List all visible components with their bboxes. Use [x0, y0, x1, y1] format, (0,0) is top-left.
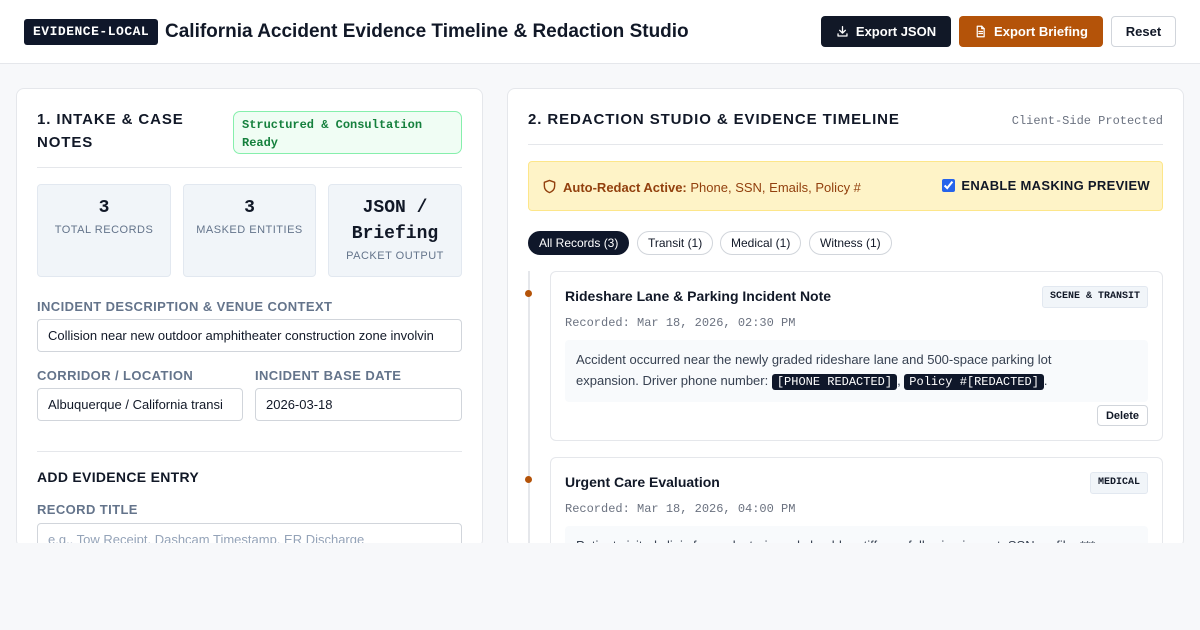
masking-preview-checkbox[interactable]: [942, 179, 956, 192]
export-json-label: Export JSON: [855, 24, 937, 39]
timeline-dot: [525, 476, 532, 483]
auto-redact-text: Auto-Redact Active: Phone, SSN, Emails, …: [563, 180, 861, 195]
brand-badge: EVIDENCE-LOCAL: [24, 19, 159, 45]
masking-preview-label: ENABLE MASKING PREVIEW: [961, 178, 1150, 193]
date-input[interactable]: [255, 388, 462, 421]
app-title: California Accident Evidence Timeline & …: [165, 21, 689, 42]
filter-transit[interactable]: Transit (1): [637, 231, 714, 255]
stat-value: JSON / Briefing: [329, 195, 461, 247]
auto-redact-bold: Auto-Redact Active:: [563, 180, 687, 195]
page-background: [0, 543, 1200, 630]
filter-medical[interactable]: Medical (1): [720, 231, 802, 255]
entry-recorded-time: Recorded: Mar 18, 2026, 04:00 PM: [565, 502, 796, 516]
record-title-label: RECORD TITLE: [37, 502, 138, 517]
filter-all-records[interactable]: All Records (3): [528, 231, 630, 255]
stat-value: 3: [244, 198, 255, 218]
entry-end: .: [1043, 373, 1048, 388]
timeline-entry: Rideshare Lane & Parking Incident Note S…: [550, 271, 1163, 441]
stat-masked-entities: 3 MASKED ENTITIES: [183, 184, 316, 277]
divider: [37, 167, 462, 168]
reset-button[interactable]: Reset: [1111, 16, 1176, 47]
redacted-policy-chip: Policy #[REDACTED]: [904, 374, 1044, 390]
stat-value: 3: [98, 198, 110, 218]
stat-value-line2: Briefing: [351, 224, 439, 244]
download-icon: [837, 25, 848, 37]
export-briefing-label: Export Briefing: [994, 24, 1088, 39]
timeline-line: [528, 271, 530, 547]
timeline-entry: Urgent Care Evaluation MEDICAL Recorded:…: [550, 457, 1163, 547]
app-header: EVIDENCE-LOCAL California Accident Evide…: [0, 0, 1200, 64]
date-label: INCIDENT BASE DATE: [255, 368, 402, 383]
export-briefing-button[interactable]: Export Briefing: [959, 16, 1103, 47]
divider: [37, 451, 462, 452]
entry-title: Rideshare Lane & Parking Incident Note: [565, 288, 832, 304]
corridor-input[interactable]: [37, 388, 243, 421]
intake-title: 1. INTAKE & CASE NOTES: [37, 108, 184, 154]
masking-preview-toggle[interactable]: ENABLE MASKING PREVIEW: [942, 178, 1150, 193]
description-label: INCIDENT DESCRIPTION & VENUE CONTEXT: [37, 299, 333, 314]
entry-category-badge: MEDICAL: [1089, 472, 1148, 494]
stat-label: MASKED ENTITIES: [196, 224, 303, 236]
export-json-button[interactable]: Export JSON: [821, 16, 951, 47]
timeline-dot: [525, 290, 532, 297]
entry-body: Accident occurred near the newly graded …: [565, 340, 1148, 402]
entry-title: Urgent Care Evaluation: [565, 474, 720, 490]
add-entry-title: ADD EVIDENCE ENTRY: [37, 469, 200, 485]
document-icon: [976, 25, 985, 38]
filter-witness[interactable]: Witness (1): [809, 231, 892, 255]
studio-title: 2. REDACTION STUDIO & EVIDENCE TIMELINE: [528, 111, 900, 128]
description-input[interactable]: [37, 319, 462, 352]
stat-label: PACKET OUTPUT: [346, 250, 444, 262]
stat-total-records: 3 TOTAL RECORDS: [37, 184, 171, 277]
auto-redact-banner: Auto-Redact Active: Phone, SSN, Emails, …: [528, 161, 1163, 211]
shield-icon: [543, 179, 556, 194]
intake-panel: 1. INTAKE & CASE NOTES Structured & Cons…: [16, 88, 483, 548]
corridor-label: CORRIDOR / LOCATION: [37, 368, 194, 383]
entry-body-line1: Accident occurred near the newly graded …: [576, 352, 1052, 367]
entry-category-badge: SCENE & TRANSIT: [1041, 286, 1148, 308]
protected-label: Client-Side Protected: [1011, 114, 1163, 128]
stat-packet-output: JSON / Briefing PACKET OUTPUT: [328, 184, 462, 277]
entry-body-line2: expansion. Driver phone number:: [576, 373, 772, 388]
auto-redact-detail: Phone, SSN, Emails, Policy #: [690, 180, 861, 195]
stat-value-line1: JSON /: [362, 198, 428, 218]
redacted-phone-chip: [PHONE REDACTED]: [771, 374, 898, 390]
delete-entry-button[interactable]: Delete: [1096, 405, 1148, 426]
intake-title-line2: NOTES: [37, 134, 94, 151]
divider: [528, 144, 1163, 145]
status-badge: Structured & Consultation Ready: [233, 111, 462, 154]
stat-label: TOTAL RECORDS: [54, 224, 154, 236]
redaction-studio-panel: 2. REDACTION STUDIO & EVIDENCE TIMELINE …: [507, 88, 1184, 548]
intake-title-line1: 1. INTAKE & CASE: [37, 111, 184, 128]
status-line1: Structured & Consultation: [242, 118, 423, 132]
entry-recorded-time: Recorded: Mar 18, 2026, 02:30 PM: [565, 316, 796, 330]
status-line2: Ready: [242, 136, 279, 150]
